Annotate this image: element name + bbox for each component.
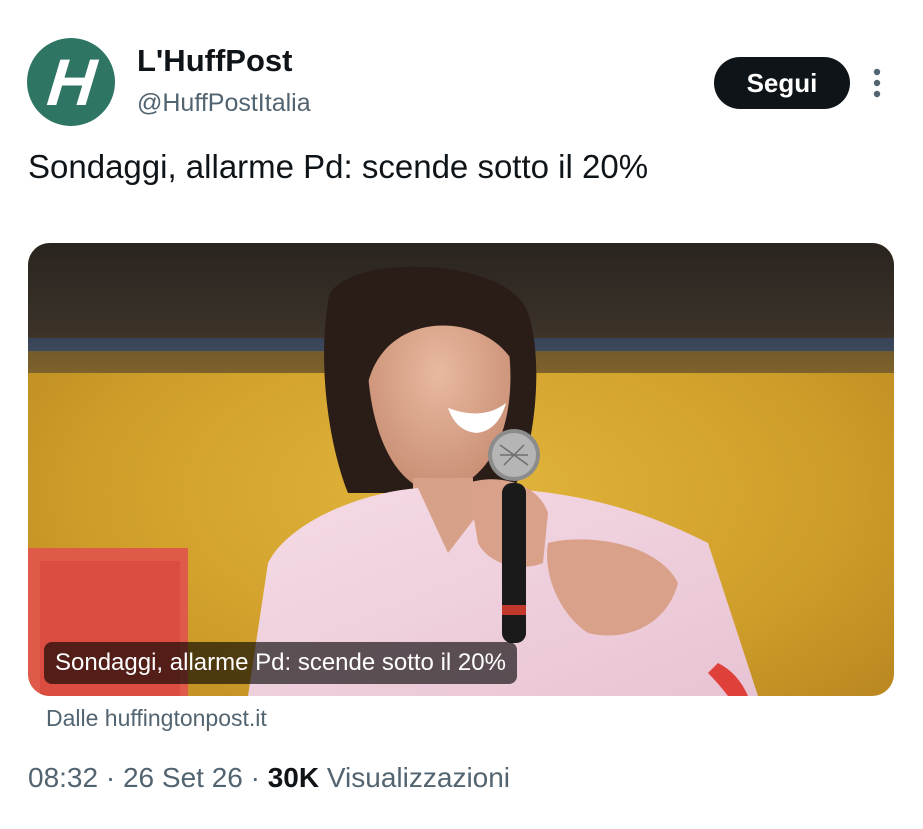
author-display-name[interactable]: L'HuffPost xyxy=(137,43,292,78)
views-label[interactable]: Visualizzazioni xyxy=(327,762,510,793)
huffpost-logo-letter: H xyxy=(44,45,98,119)
meta-separator: · xyxy=(105,762,116,793)
card-photo xyxy=(28,243,894,696)
more-vertical-icon[interactable] xyxy=(866,66,888,100)
meta-separator-2: · xyxy=(250,762,260,793)
author-handle[interactable]: @HuffPostItalia xyxy=(137,89,311,118)
tweet-meta: 08:32 · 26 Set 26 · 30K Visualizzazioni xyxy=(28,761,510,795)
card-title: Sondaggi, allarme Pd: scende sotto il 20… xyxy=(44,642,517,684)
author-avatar[interactable]: H xyxy=(27,38,115,126)
card-source-link[interactable]: Dalle huffingtonpost.it xyxy=(46,705,267,733)
views-count[interactable]: 30K xyxy=(268,762,319,793)
tweet-text: Sondaggi, allarme Pd: scende sotto il 20… xyxy=(28,148,649,185)
follow-button[interactable]: Segui xyxy=(714,57,850,109)
tweet-time[interactable]: 08:32 xyxy=(28,762,98,793)
link-card[interactable]: Sondaggi, allarme Pd: scende sotto il 20… xyxy=(28,243,894,696)
tweet-date[interactable]: 26 Set 26 xyxy=(123,762,243,793)
